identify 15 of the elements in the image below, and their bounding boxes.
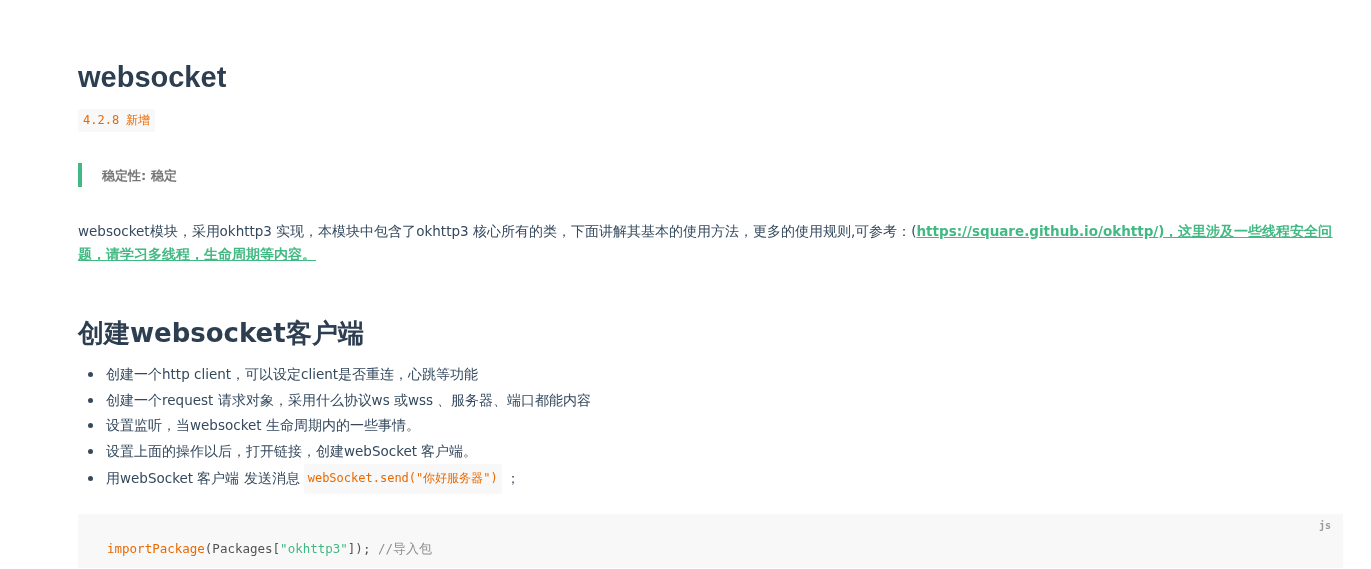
okhttp-link[interactable]: https://square.github.io/okhttp/ xyxy=(916,223,1159,239)
list-item-text: 创建一个http client，可以设定client是否重连，心跳等功能 xyxy=(106,365,479,384)
list-item-text: 用webSocket 客户端 发送消息 xyxy=(106,469,300,488)
intro-paragraph: websocket模块，采用okhttp3 实现，本模块中包含了okhttp3 核心所有的类，下面讲解其基本的使用方法，更多的使用规则,可参考：(https://square.github.io/okhttp/)，这里涉及一些线程安全问题，请学习多线程，生命周期等内容。 xyxy=(78,222,1334,264)
list-item-text: ； xyxy=(505,469,520,488)
page-title: websocket xyxy=(78,60,228,95)
list-item-text: 设置上面的操作以后，打开链接，创建webSocket 客户端。 xyxy=(106,441,478,461)
version-badge: 4.2.8 新增 xyxy=(78,109,156,132)
list-item-text: 设置监听，当websocket 生命周期内的一些事情。 xyxy=(106,416,420,435)
code-line: importPackage(Packages["okhttp3"]); //导入包 xyxy=(107,539,433,558)
stability-note: 稳定性: 稳定 xyxy=(102,168,177,183)
inline-code: webSocket.send("你好服务器") xyxy=(303,464,502,494)
list-item-text: 创建一个request 请求对象，采用什么协议ws 或wss 、服务器、端口都能内容 xyxy=(106,390,592,410)
language-label: js xyxy=(1318,519,1331,531)
section-heading: 创建websocket客户端 xyxy=(78,317,365,350)
